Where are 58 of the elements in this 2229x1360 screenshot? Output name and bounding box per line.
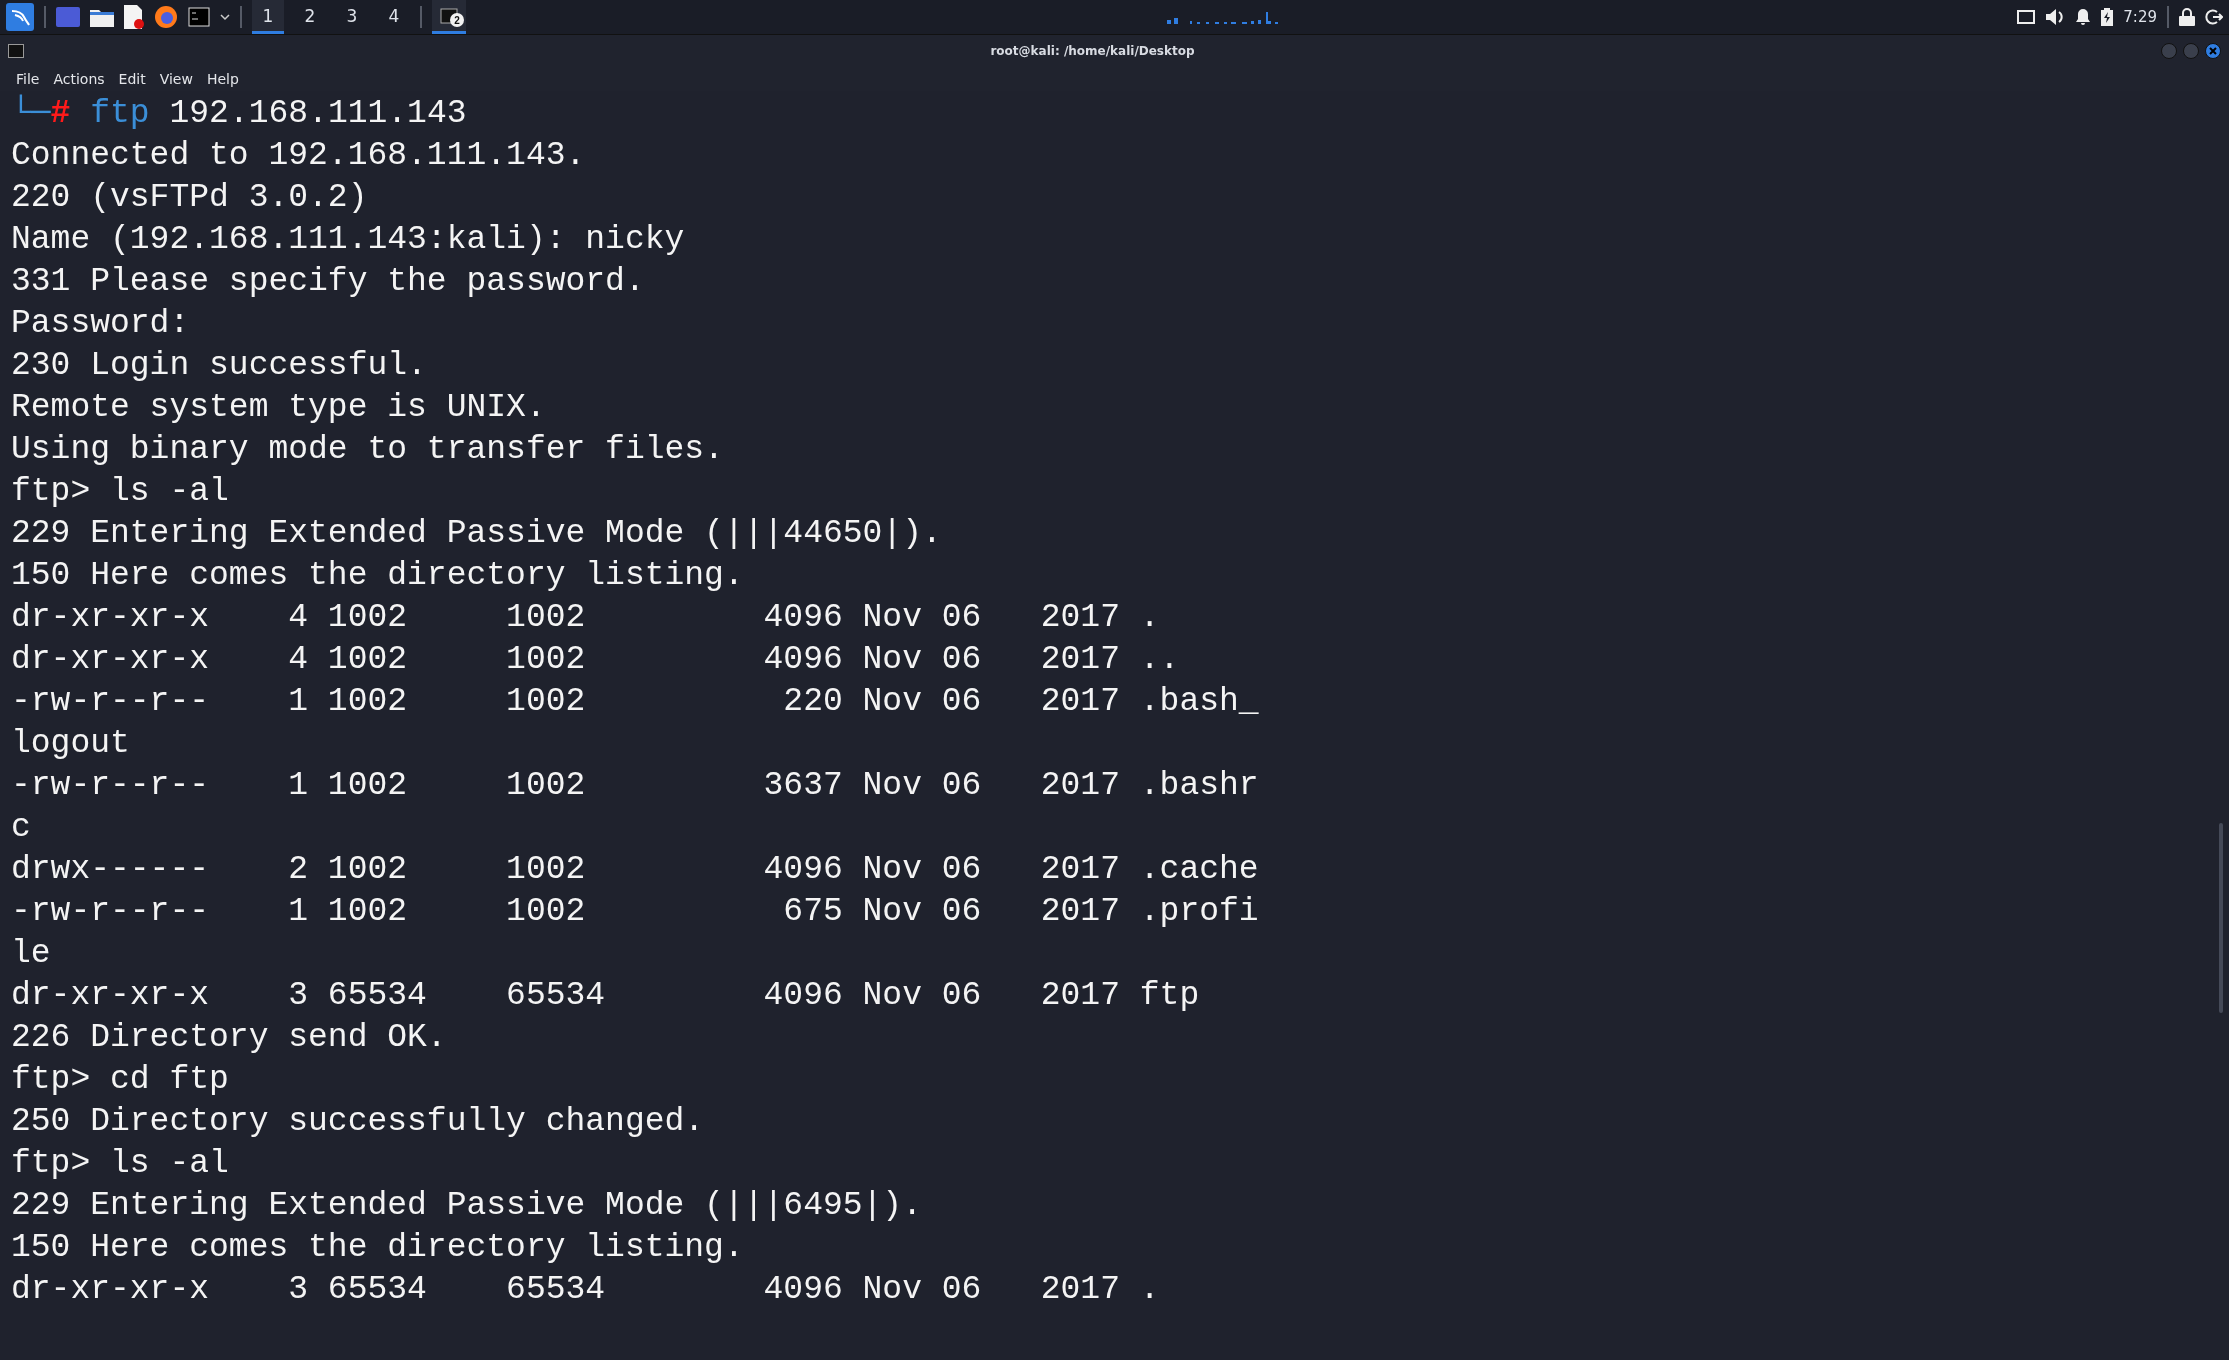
clock[interactable]: 7:29 — [2123, 8, 2157, 26]
browser-icon[interactable] — [154, 5, 178, 29]
folder-icon[interactable] — [90, 7, 114, 27]
terminal-line: c — [11, 808, 32, 848]
terminal-line: Password: — [11, 304, 191, 344]
terminal-icon — [8, 44, 24, 58]
terminal-line: Remote system type is UNIX. — [11, 388, 547, 428]
terminal-line: dr-xr-xr-x 4 1002 1002 4096 Nov 06 2017 . — [11, 598, 1161, 638]
terminal-line: ftp> cd ftp — [11, 1060, 230, 1100]
terminal-line: Connected to 192.168.111.143. — [11, 136, 587, 176]
terminal-line: dr-xr-xr-x 4 1002 1002 4096 Nov 06 2017 .. — [11, 640, 1181, 680]
terminal-line: 150 Here comes the directory listing. — [11, 1228, 745, 1268]
terminal-line: Name (192.168.111.143:kali): nicky — [11, 220, 686, 260]
battery-icon[interactable] — [2101, 8, 2114, 26]
terminal-line: logout — [11, 724, 131, 764]
chevron-down-icon[interactable] — [220, 13, 230, 21]
scrollbar[interactable] — [2219, 823, 2223, 1013]
volume-icon[interactable] — [2045, 8, 2066, 26]
menu-item[interactable]: Actions — [47, 71, 111, 87]
menu-item[interactable]: View — [153, 71, 199, 87]
terminal-line: 230 Login successful. — [11, 346, 428, 386]
text-editor-icon[interactable] — [124, 5, 144, 29]
terminal-line: 250 Directory successfully changed. — [11, 1102, 706, 1142]
close-icon — [2209, 47, 2217, 55]
bell-icon[interactable] — [2075, 8, 2092, 26]
terminal-line: ftp> ls -al — [11, 472, 230, 512]
terminal-line: -rw-r--r-- 1 1002 1002 220 Nov 06 2017 .bash_ — [11, 682, 1260, 722]
terminal-line: drwx------ 2 1002 1002 4096 Nov 06 2017 .cache — [11, 850, 1260, 890]
terminal-line: dr-xr-xr-x 3 65534 65534 4096 Nov 06 2017 . — [11, 1270, 1161, 1310]
terminal-line: -rw-r--r-- 1 1002 1002 3637 Nov 06 2017 .bashr — [11, 766, 1260, 806]
menu-item[interactable]: File — [10, 71, 46, 87]
terminal-line: 226 Directory send OK. — [11, 1018, 448, 1058]
menu-item[interactable]: Help — [200, 71, 245, 87]
terminal-line: ftp> ls -al — [11, 1144, 230, 1184]
terminal-line: Using binary mode to transfer files. — [11, 430, 725, 470]
terminal-task-button[interactable]: 2 — [432, 0, 466, 34]
workspace-tab[interactable]: 2 — [294, 0, 326, 34]
terminal-line: -rw-r--r-- 1 1002 1002 675 Nov 06 2017 .profi — [11, 892, 1260, 932]
network-icon[interactable] — [2017, 10, 2036, 24]
workspace-tab[interactable]: 4 — [378, 0, 410, 34]
window-count-badge: 2 — [450, 13, 464, 27]
workspace-tab[interactable]: 1 — [252, 0, 284, 34]
terminal-line: 229 Entering Extended Passive Mode (|||6495|). — [11, 1186, 923, 1226]
logout-icon[interactable] — [2205, 8, 2223, 26]
lock-icon[interactable] — [2179, 8, 2195, 26]
close-button[interactable] — [2205, 43, 2221, 59]
terminal-icon[interactable] — [188, 7, 210, 27]
terminal-line: 220 (vsFTPd 3.0.2) — [11, 178, 369, 218]
terminal-line: 331 Please specify the password. — [11, 262, 646, 302]
terminal-line: dr-xr-xr-x 3 65534 65534 4096 Nov 06 2017 ftp — [11, 976, 1201, 1016]
window-title: root@kali: /home/kali/Desktop — [990, 44, 1195, 58]
workspace-tab[interactable]: 3 — [336, 0, 368, 34]
prompt-line: └─# ftp 192.168.111.143 — [11, 93, 468, 134]
terminal-line: le — [11, 934, 52, 974]
terminal-line: 229 Entering Extended Passive Mode (|||44650|). — [11, 514, 943, 554]
menu-item[interactable]: Edit — [112, 71, 152, 87]
kali-menu-icon[interactable] — [6, 3, 34, 31]
terminal-line: 150 Here comes the directory listing. — [11, 556, 745, 596]
